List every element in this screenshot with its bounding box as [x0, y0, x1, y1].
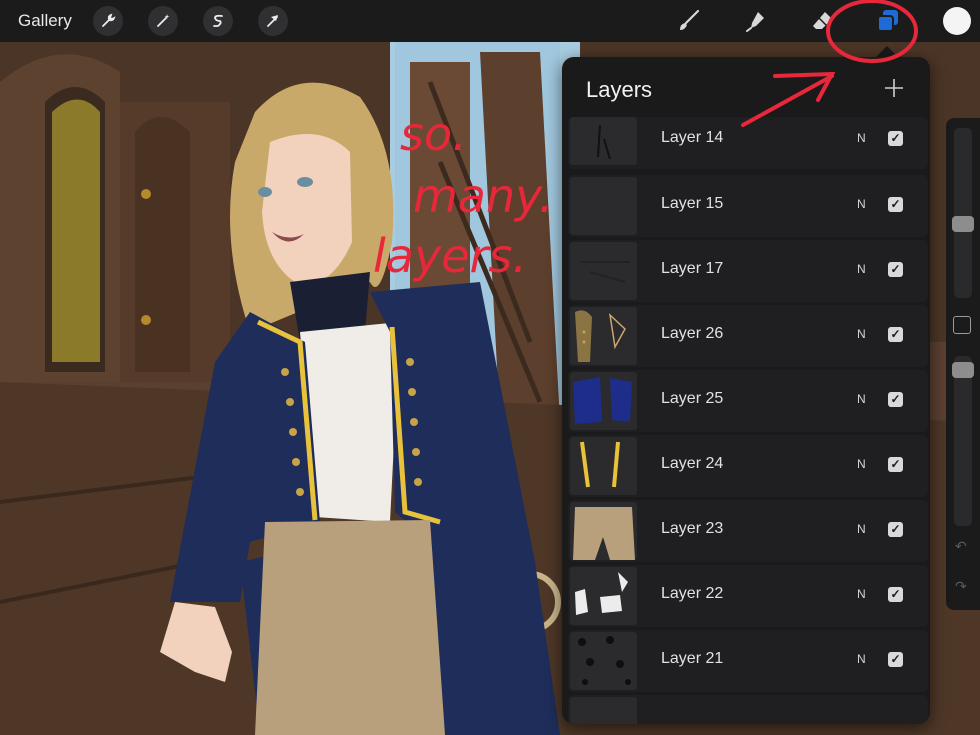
eraser-icon — [813, 12, 832, 29]
redo-icon[interactable]: ↷ — [955, 578, 967, 595]
blend-mode[interactable]: N — [857, 131, 866, 145]
transform-arrow-icon — [267, 15, 278, 27]
layer-thumbnail — [570, 242, 637, 300]
layer-thumb-art — [573, 377, 632, 424]
blend-mode[interactable]: N — [857, 392, 866, 406]
layer-thumbnail — [570, 177, 637, 235]
layer-thumbnail — [570, 372, 637, 430]
layers-panel: Layers Layer 14 N ✓ Layer 15 N ✓ Layer 1… — [562, 57, 930, 724]
color-picker-button[interactable] — [943, 7, 971, 35]
layer-row[interactable] — [568, 695, 928, 724]
blend-mode[interactable]: N — [857, 652, 866, 666]
layer-thumb-art — [573, 507, 635, 560]
layer-row[interactable]: Layer 25 N ✓ — [568, 370, 928, 432]
eraser-tool[interactable] — [808, 7, 836, 35]
layer-thumb-art — [580, 261, 630, 283]
layer-thumb-art — [575, 310, 626, 362]
layer-thumbnail — [570, 117, 637, 165]
blend-mode[interactable]: N — [857, 197, 866, 211]
layer-row[interactable]: Layer 15 N ✓ — [568, 175, 928, 237]
magic-wand-icon — [157, 14, 170, 27]
layer-name: Layer 14 — [661, 129, 724, 146]
brush-tool[interactable] — [674, 7, 702, 35]
visibility-checkbox[interactable]: ✓ — [888, 262, 903, 277]
visibility-checkbox[interactable]: ✓ — [888, 457, 903, 472]
layer-row[interactable]: Layer 14 N ✓ — [568, 117, 928, 169]
brush-icon — [680, 9, 700, 30]
layer-thumb-art — [597, 124, 611, 160]
layer-name: Layer 22 — [661, 585, 724, 602]
layer-name: Layer 23 — [661, 520, 724, 537]
smudge-icon — [746, 12, 764, 32]
layer-name: Layer 17 — [661, 260, 724, 277]
visibility-checkbox[interactable]: ✓ — [888, 652, 903, 667]
layers-icon — [877, 10, 898, 32]
layer-name: Layer 25 — [661, 390, 724, 407]
modify-square-icon[interactable] — [953, 316, 971, 334]
layer-name: Layer 21 — [661, 650, 724, 667]
selection-icon — [213, 14, 223, 27]
visibility-checkbox[interactable]: ✓ — [888, 197, 903, 212]
smudge-tool[interactable] — [741, 7, 769, 35]
blend-mode[interactable]: N — [857, 457, 866, 471]
layer-name: Layer 15 — [661, 195, 724, 212]
layer-row[interactable]: Layer 26 N ✓ — [568, 305, 928, 367]
layer-thumb-art — [578, 636, 631, 685]
visibility-checkbox[interactable]: ✓ — [888, 392, 903, 407]
panel-pointer — [876, 46, 898, 57]
layer-thumbnail — [570, 632, 637, 690]
opacity-slider[interactable] — [952, 356, 974, 526]
add-layer-button[interactable] — [884, 75, 904, 103]
layer-row[interactable]: Layer 22 N ✓ — [568, 565, 928, 627]
actions-button[interactable] — [93, 6, 123, 36]
layer-thumbnail — [570, 502, 637, 560]
transform-button[interactable] — [258, 6, 288, 36]
layer-thumbnail — [570, 697, 637, 724]
visibility-checkbox[interactable]: ✓ — [888, 522, 903, 537]
blend-mode[interactable]: N — [857, 327, 866, 341]
visibility-checkbox[interactable]: ✓ — [888, 131, 903, 146]
blend-mode[interactable]: N — [857, 587, 866, 601]
layer-thumbnail — [570, 437, 637, 495]
layer-name: Layer 24 — [661, 455, 724, 472]
layer-name: Layer 26 — [661, 325, 724, 342]
selection-button[interactable] — [203, 6, 233, 36]
layer-row[interactable]: Layer 21 N ✓ — [568, 630, 928, 692]
visibility-checkbox[interactable]: ✓ — [888, 327, 903, 342]
layer-thumbnail — [570, 567, 637, 625]
adjustments-button[interactable] — [148, 6, 178, 36]
layers-tool[interactable] — [874, 7, 902, 35]
layer-thumb-art — [580, 441, 620, 488]
plus-icon — [885, 79, 903, 97]
opacity-thumb[interactable] — [952, 362, 974, 378]
layer-row[interactable]: Layer 17 N ✓ — [568, 240, 928, 302]
layer-thumb-art — [575, 572, 628, 615]
brush-size-slider[interactable] — [952, 128, 974, 298]
top-toolbar: Gallery — [0, 0, 980, 42]
wrench-icon — [102, 13, 116, 27]
visibility-checkbox[interactable]: ✓ — [888, 587, 903, 602]
brush-size-thumb[interactable] — [952, 216, 974, 232]
layer-row[interactable]: Layer 23 N ✓ — [568, 500, 928, 562]
panel-title: Layers — [586, 77, 653, 102]
undo-icon[interactable]: ↶ — [955, 538, 967, 555]
layer-thumbnail — [570, 307, 637, 365]
layer-row[interactable]: Layer 24 N ✓ — [568, 435, 928, 497]
blend-mode[interactable]: N — [857, 522, 866, 536]
side-slider-bar: ↶ ↷ — [946, 118, 980, 610]
blend-mode[interactable]: N — [857, 262, 866, 276]
gallery-button[interactable]: Gallery — [18, 11, 72, 31]
